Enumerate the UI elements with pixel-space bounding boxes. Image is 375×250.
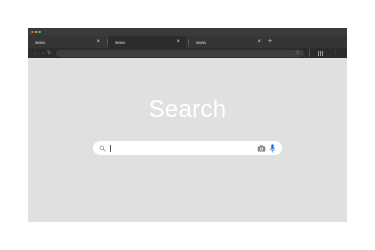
- title-bar: [28, 28, 347, 36]
- minimize-window-button[interactable]: [34, 30, 38, 34]
- close-window-button[interactable]: [31, 30, 34, 34]
- more-menu-icon[interactable]: ⋮: [333, 50, 338, 56]
- search-box[interactable]: [93, 141, 282, 155]
- search-input[interactable]: [112, 141, 252, 155]
- new-tab-button[interactable]: +: [268, 38, 272, 45]
- address-input[interactable]: [62, 49, 292, 57]
- tab-label: www.: [35, 39, 46, 45]
- tab-close-icon[interactable]: ×: [257, 39, 261, 45]
- search-icon: [99, 145, 106, 151]
- page-content: Search: [28, 58, 347, 222]
- bookmark-star-icon[interactable]: ☆: [295, 50, 300, 57]
- apps-grid-icon[interactable]: [318, 50, 323, 56]
- tab-3[interactable]: www. ×: [189, 36, 267, 48]
- toolbar-divider: [309, 49, 310, 57]
- address-bar[interactable]: ☆: [56, 49, 304, 57]
- camera-icon[interactable]: [257, 144, 266, 152]
- page-title: Search: [148, 96, 227, 123]
- maximize-window-button[interactable]: [38, 30, 41, 34]
- tab-bar: www. × www. × www. × +: [28, 36, 347, 48]
- browser-window: www. × www. × www. × + ← → ↻ ☆ ⋮ Search: [28, 28, 347, 222]
- tab-1[interactable]: www. ×: [28, 36, 106, 48]
- reload-icon[interactable]: ↻: [47, 50, 51, 56]
- toolbar: ← → ↻ ☆ ⋮: [28, 48, 347, 58]
- tab-divider: [188, 39, 189, 45]
- tab-divider: [107, 39, 108, 45]
- tab-label: www.: [196, 39, 207, 45]
- tab-close-icon[interactable]: ×: [176, 39, 180, 45]
- forward-icon[interactable]: →: [40, 50, 45, 56]
- tab-close-icon[interactable]: ×: [96, 39, 100, 45]
- text-cursor: [110, 144, 111, 152]
- tab-2[interactable]: www. ×: [108, 36, 186, 48]
- microphone-icon[interactable]: [270, 143, 275, 153]
- tab-label: www.: [115, 39, 126, 45]
- back-icon[interactable]: ←: [33, 50, 38, 56]
